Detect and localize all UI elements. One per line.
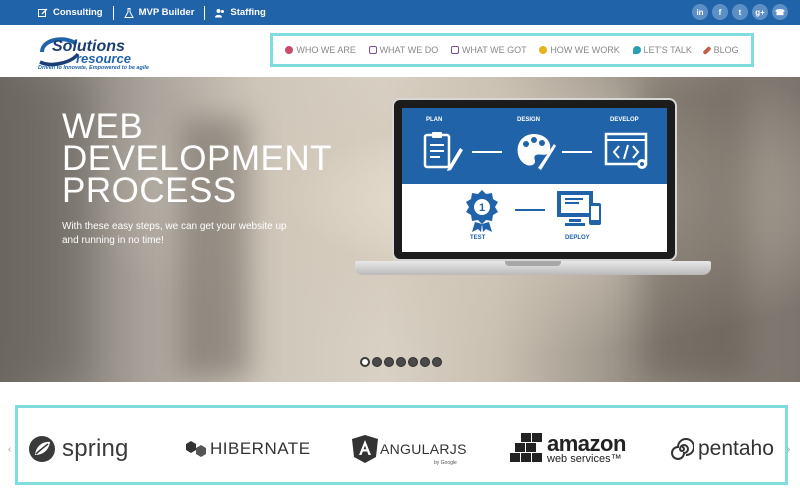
logo-text-resource: resource [76,51,131,66]
laptop-illustration: PLAN DESIGN DEVELOP 1 TEST DEPLOY [355,98,711,298]
top-link-label: Staffing [230,7,266,18]
aws-cubes-icon [510,433,542,462]
nav-item-label: LET'S TALK [643,45,692,55]
slider-dot-3[interactable] [384,357,394,367]
nav-item-who-we-are[interactable]: WHO WE ARE [285,45,356,55]
nav-item-label: HOW WE WORK [550,45,620,55]
slider-pagination [360,357,442,367]
process-diagram: PLAN DESIGN DEVELOP 1 TEST DEPLOY [402,108,667,252]
process-connector [562,151,592,153]
nav-item-what-we-do[interactable]: WHAT WE DO [368,45,439,55]
partner-name: pentaho [698,437,774,460]
partner-name: ANGULARJS [380,441,467,457]
step-plan-label: PLAN [426,117,443,123]
top-link-staffing[interactable]: Staffing [204,5,275,20]
hero-subtitle: With these easy steps, we can get your w… [62,221,287,246]
chat-icon [632,46,641,54]
hero-title-line: PROCESS [62,171,237,210]
flask-icon [123,7,134,18]
hero-slider: WEB DEVELOPMENT PROCESS With these easy … [0,77,800,382]
award-icon: 1 [466,190,498,232]
nav-item-blog[interactable]: BLOG [702,45,739,55]
clipboard-icon [423,132,463,171]
hero-title: WEB DEVELOPMENT PROCESS [62,109,332,210]
top-link-mvp-builder[interactable]: MVP Builder [112,5,205,20]
nav-item-label: BLOG [713,45,739,55]
top-link-consulting[interactable]: Consulting [36,6,113,20]
palette-icon [517,134,556,170]
slider-dot-5[interactable] [408,357,418,367]
process-connector [515,209,545,211]
social-links: in f t g+ ☎ [692,4,788,20]
hibernate-hex-icon [186,441,206,457]
spring-leaf-icon [29,436,55,462]
nav-item-lets-talk[interactable]: LET'S TALK [632,45,692,55]
users-icon [215,8,225,18]
partner-logo-angularjs[interactable]: ANGULARJS by Google [350,434,470,466]
partner-name: amazon [547,430,626,456]
slider-dot-1[interactable] [360,357,370,367]
carousel-prev-icon[interactable]: ‹ [8,444,11,455]
twitter-icon[interactable]: t [732,4,748,20]
devices-icon [557,191,601,226]
step-test-label: TEST [470,235,486,241]
slider-dot-7[interactable] [432,357,442,367]
step-develop-label: DEVELOP [610,117,639,123]
monitor-icon [368,46,377,54]
top-bar: Consulting MVP Builder Staffing in f t g… [0,0,800,25]
laptop-screen-frame: PLAN DESIGN DEVELOP 1 TEST DEPLOY [392,98,677,261]
laptop-notch [505,261,561,266]
slider-dot-2[interactable] [372,357,382,367]
partner-name: spring [62,435,129,462]
top-link-label: MVP Builder [138,7,195,18]
partner-logo-hibernate[interactable]: HIBERNATE [186,434,311,464]
partners-carousel: spring HIBERNATE ANGULARJS by Google ama… [15,405,788,485]
sun-icon [539,46,548,54]
logo-tagline: Driven to Innovate, Empowered to be agil… [38,65,149,71]
pentaho-spiral-icon [671,438,694,460]
angular-shield-icon [352,435,378,463]
monitor-icon [450,46,459,54]
site-header: Solutions resource Driven to Innovate, E… [0,25,800,77]
slider-dot-4[interactable] [396,357,406,367]
facebook-icon[interactable]: f [712,4,728,20]
partner-subname: web services™ [547,452,622,465]
nav-item-label: WHAT WE GOT [461,45,527,55]
top-link-label: Consulting [53,7,103,18]
pencil-icon [702,45,712,55]
svg-text:1: 1 [479,202,485,214]
nav-item-label: WHO WE ARE [296,45,356,55]
step-deploy-label: DEPLOY [565,235,590,241]
phone-icon[interactable]: ☎ [772,4,788,20]
partner-byline: by Google [434,460,457,466]
nav-item-how-we-work[interactable]: HOW WE WORK [539,45,620,55]
main-nav: WHO WE ARE WHAT WE DO WHAT WE GOT HOW WE… [270,33,754,67]
partner-logo-pentaho[interactable]: pentaho [670,434,774,464]
linkedin-icon[interactable]: in [692,4,708,20]
partner-name: HIBERNATE [210,439,311,458]
slider-dot-6[interactable] [420,357,430,367]
partners-section: ‹ › spring HIBERNATE ANGULARJS by Google… [0,382,800,490]
edit-icon [38,8,48,18]
person-icon [285,46,294,54]
google-plus-icon[interactable]: g+ [752,4,768,20]
step-design-label: DESIGN [517,117,541,123]
nav-item-what-we-got[interactable]: WHAT WE GOT [450,45,527,55]
partner-logo-amazon[interactable]: amazon web services™ [510,430,626,465]
code-window-icon [604,132,648,169]
nav-item-label: WHAT WE DO [379,45,439,55]
partner-logo-spring[interactable]: spring [28,434,129,464]
top-links: Consulting MVP Builder Staffing [36,0,276,25]
process-connector [472,151,502,153]
